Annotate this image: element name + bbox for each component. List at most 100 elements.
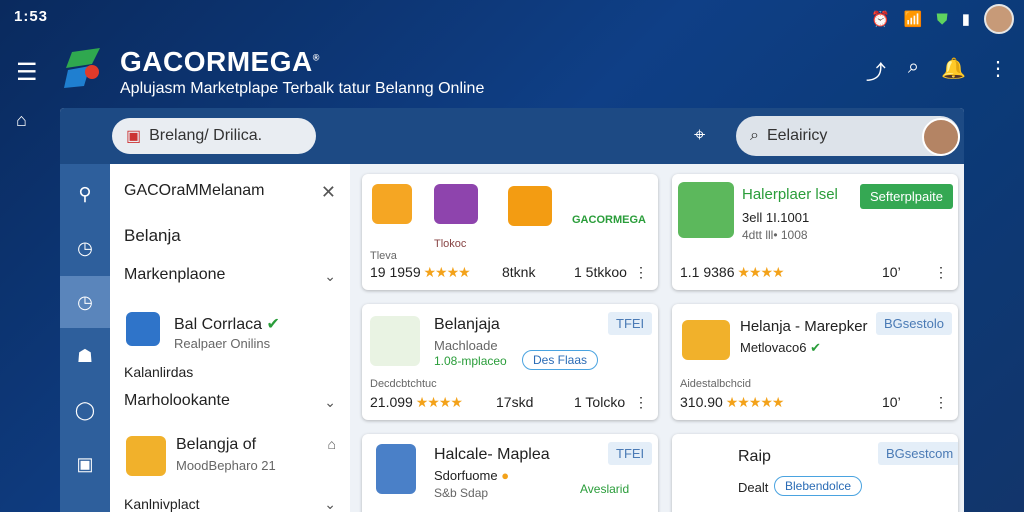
menu-item-belangja[interactable]: Belangja of bbox=[176, 436, 256, 454]
card-sub: Dealt bbox=[738, 480, 769, 495]
product-card[interactable]: Halcale- Maplea TFEI Sdorfuome ● S&b Sda… bbox=[362, 434, 658, 512]
card-title: Raip bbox=[738, 448, 771, 465]
card-line2: 4dtt lll• 1008 bbox=[742, 228, 808, 242]
search-icon: ⌕ bbox=[750, 127, 759, 144]
main-panel: ▣ Brelang/ Drilica. ⌖ ⌕ Eelairicy ⚲ ◷ ◷ … bbox=[60, 108, 964, 512]
card-title: Belanjaja bbox=[434, 316, 500, 333]
menu-item-kanlni[interactable]: Kanlnivplact bbox=[124, 496, 200, 512]
notification-icon[interactable]: 🔔 bbox=[941, 56, 966, 85]
search-input[interactable]: ▣ Brelang/ Drilica. bbox=[112, 118, 316, 154]
more-icon[interactable]: ⋮ bbox=[634, 394, 648, 411]
basket-icon bbox=[376, 444, 416, 494]
menu-item-kalan[interactable]: Kalanlirdas bbox=[124, 364, 193, 380]
product-card[interactable]: Raip BGsestcom Dealt Blebendolce bbox=[672, 434, 958, 512]
chevron-down-icon[interactable]: ⌄ bbox=[324, 268, 336, 285]
bag-icon bbox=[434, 184, 478, 224]
card-badge[interactable]: Sefterplpaite bbox=[860, 184, 953, 209]
card-tag: TFEI bbox=[608, 442, 653, 465]
menu-panel: GACOraMMelanam ✕ Belanja Markenplaone ⌄ … bbox=[110, 164, 350, 512]
more-icon[interactable]: ⋮ bbox=[634, 264, 648, 281]
card-price: 1 Tolcko bbox=[574, 394, 626, 410]
card-rating: 1.1 9386 ★★★★ bbox=[680, 264, 785, 280]
cart-icon bbox=[678, 182, 734, 238]
card-sub2: S&b Sdap bbox=[434, 486, 489, 500]
menu-icon[interactable]: ☰ bbox=[16, 58, 38, 87]
wallet-icon bbox=[126, 312, 160, 346]
product-card[interactable]: Halerplaer lsel Sefterplpaite 3ell 1I.10… bbox=[672, 174, 958, 290]
search-icon[interactable]: ⌕ bbox=[908, 56, 919, 85]
more-icon[interactable]: ⋮ bbox=[988, 56, 1008, 85]
card-line1: 3ell 1I.1001 bbox=[742, 210, 810, 225]
share-icon[interactable]: ⤴ bbox=[866, 56, 886, 85]
rail-calendar-icon[interactable]: ▣ bbox=[60, 438, 110, 490]
card-pill[interactable]: Des Flaas bbox=[522, 350, 599, 370]
close-icon[interactable]: ✕ bbox=[321, 182, 336, 203]
verified-icon: ✔ bbox=[810, 340, 822, 355]
menu-item-sub: Realpaer Onilins bbox=[174, 336, 271, 351]
chevron-down-icon[interactable]: ⌄ bbox=[324, 496, 336, 512]
trolley-icon bbox=[508, 186, 552, 226]
card-count: 17skd bbox=[496, 394, 534, 410]
brand-small: GACORMEGA bbox=[572, 214, 646, 226]
menu-title: GACOraMMelanam bbox=[124, 182, 265, 199]
bag-icon[interactable]: ⌂ bbox=[328, 436, 336, 452]
chart-icon bbox=[682, 448, 722, 484]
card-sub: Metlovaco6 ✔ bbox=[740, 340, 822, 355]
card-count: 10’ bbox=[882, 264, 901, 280]
more-icon[interactable]: ⋮ bbox=[934, 264, 948, 281]
card-pill[interactable]: Blebendolce bbox=[774, 476, 863, 496]
verified-icon: ✔ bbox=[266, 316, 280, 333]
chevron-down-icon[interactable]: ⌄ bbox=[324, 394, 336, 411]
card-tag: BGsestcom bbox=[878, 442, 958, 465]
card-count: 8tknk bbox=[502, 264, 536, 280]
card-line: 1.08-mplaceo bbox=[434, 354, 507, 368]
menu-item-bal[interactable]: Bal Corrlaca ✔ bbox=[174, 314, 280, 334]
location-icon[interactable]: ⌖ bbox=[694, 124, 705, 147]
truck-icon bbox=[126, 436, 166, 476]
card-rating: 310.90 ★★★★★ bbox=[680, 394, 784, 410]
truck-icon bbox=[682, 320, 730, 360]
more-icon[interactable]: ⋮ bbox=[934, 394, 948, 411]
card-tag: BGsestolo bbox=[876, 312, 952, 335]
rail-group-icon[interactable]: ☗ bbox=[60, 330, 110, 382]
battery-icon: ▮ bbox=[961, 11, 970, 28]
card-title: Halerplaer lsel bbox=[742, 186, 838, 203]
cart-icon bbox=[372, 184, 412, 224]
menu-item-belanja[interactable]: Belanja bbox=[124, 226, 181, 246]
menu-item-sub2: MoodBepharo 21 bbox=[176, 458, 276, 473]
badge-icon: ● bbox=[501, 468, 510, 483]
header-actions: ⤴ ⌕ 🔔 ⋮ bbox=[866, 56, 1008, 85]
home-icon[interactable]: ⌂ bbox=[16, 110, 27, 131]
rail-clock-selected-icon[interactable]: ◷ bbox=[60, 276, 110, 328]
card-foot-label: Aidestalbchcid bbox=[680, 378, 751, 390]
user-avatar[interactable] bbox=[922, 118, 960, 156]
avatar[interactable] bbox=[984, 4, 1014, 34]
card-rating: 19 1959 ★★★★ bbox=[370, 264, 471, 280]
card-count: 10’ bbox=[882, 394, 901, 410]
rail-clock-icon[interactable]: ◷ bbox=[60, 222, 110, 274]
card-sub: Machloade bbox=[434, 338, 498, 353]
menu-item-marketplace[interactable]: Markenplaone bbox=[124, 266, 225, 284]
rail-store-icon[interactable]: ⚲ bbox=[60, 168, 110, 220]
status-time: 1:53 bbox=[14, 8, 49, 25]
rail-chat-icon[interactable]: ◯ bbox=[60, 384, 110, 436]
shield-icon: ⛊ bbox=[936, 10, 948, 28]
icon-rail: ⚲ ◷ ◷ ☗ ◯ ▣ bbox=[60, 164, 110, 512]
product-card[interactable]: GACORMEGA Tlokoc Tleva 19 1959 ★★★★ 8tkn… bbox=[362, 174, 658, 290]
card-title: Halcale- Maplea bbox=[434, 446, 550, 463]
wifi-icon: 📶 bbox=[903, 11, 923, 28]
toolbar: ▣ Brelang/ Drilica. ⌖ ⌕ Eelairicy bbox=[60, 108, 964, 164]
card-sub: Sdorfuome ● bbox=[434, 468, 510, 483]
product-card[interactable]: Helanja - Marepker BGsestolo Metlovaco6 … bbox=[672, 304, 958, 420]
cart-icon bbox=[370, 316, 420, 366]
card-rating: 21.099 ★★★★ bbox=[370, 394, 463, 410]
product-card[interactable]: Belanjaja TFEI Machloade 1.08-mplaceo De… bbox=[362, 304, 658, 420]
card-foot-label: Decdcbtchtuc bbox=[370, 378, 437, 390]
card-foot-label: Tleva bbox=[370, 250, 397, 262]
menu-item-marholo[interactable]: Marholookante bbox=[124, 392, 230, 410]
card-caption: Tlokoc bbox=[434, 238, 467, 250]
brand-logo-icon bbox=[64, 48, 100, 88]
alarm-icon: ⏰ bbox=[871, 11, 890, 28]
card-green: Aveslarid bbox=[580, 482, 630, 496]
card-price: 1 5tkkoo bbox=[574, 264, 627, 280]
